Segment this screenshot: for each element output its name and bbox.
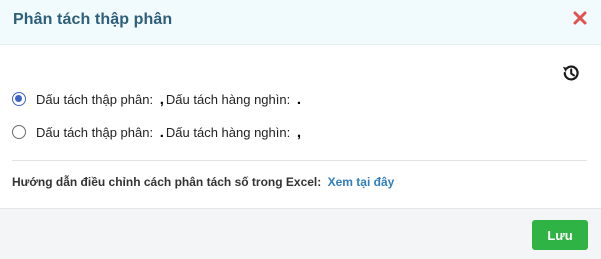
dialog-footer: Lưu xyxy=(0,208,601,259)
radio-button-unselected[interactable] xyxy=(12,125,26,139)
radio-button-selected[interactable] xyxy=(12,92,26,106)
history-reset-icon[interactable] xyxy=(560,62,582,84)
thousand-separator-value: . xyxy=(296,90,302,108)
thousand-label: Dấu tách hàng nghìn: xyxy=(165,124,291,140)
decimal-separator-dialog: Phân tách thập phân Dấu tách thập phân: … xyxy=(0,0,601,259)
dialog-header: Phân tách thập phân xyxy=(0,0,601,45)
thousand-label: Dấu tách hàng nghìn: xyxy=(165,91,291,107)
thousand-separator-value: , xyxy=(296,123,302,141)
guide-link[interactable]: Xem tại đây xyxy=(328,175,395,189)
excel-guide-text: Hướng dẫn điều chỉnh cách phân tách số t… xyxy=(12,175,394,189)
option-label: Dấu tách thập phân: , Dấu tách hàng nghìn… xyxy=(36,91,303,108)
decimal-separator-value: . xyxy=(159,123,164,141)
separator-option-comma-decimal[interactable]: Dấu tách thập phân: , Dấu tách hàng nghìn… xyxy=(12,90,303,108)
guide-label: Hướng dẫn điều chỉnh cách phân tách số t… xyxy=(12,175,322,189)
close-icon[interactable] xyxy=(572,10,588,26)
save-button[interactable]: Lưu xyxy=(532,220,588,250)
separator-option-dot-decimal[interactable]: Dấu tách thập phân: . Dấu tách hàng nghìn… xyxy=(12,123,303,141)
decimal-label: Dấu tách thập phân: xyxy=(36,91,154,107)
option-label: Dấu tách thập phân: . Dấu tách hàng nghìn… xyxy=(36,124,303,141)
divider xyxy=(12,160,587,161)
decimal-label: Dấu tách thập phân: xyxy=(36,124,154,140)
decimal-separator-value: , xyxy=(159,90,164,108)
dialog-title: Phân tách thập phân xyxy=(13,11,173,28)
